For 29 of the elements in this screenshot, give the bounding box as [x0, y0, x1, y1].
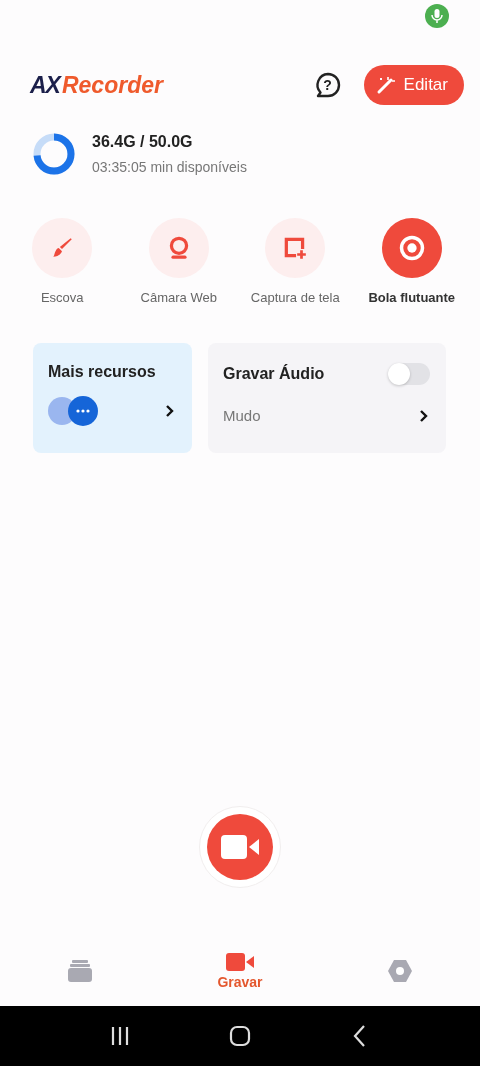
logo-name: Recorder	[61, 71, 163, 99]
nav-tab[interactable]: Gravar	[160, 936, 320, 1006]
storage-donut	[32, 132, 76, 176]
help-button[interactable]: ?	[313, 71, 342, 99]
more-features-card[interactable]: Mais recursos	[33, 343, 192, 453]
edit-button[interactable]: Editar	[363, 65, 464, 105]
home-icon[interactable]	[227, 1023, 253, 1049]
video-camera-icon	[221, 834, 259, 860]
settings-icon	[387, 958, 413, 984]
stack-icon	[67, 959, 93, 983]
tool-label: Escova	[40, 290, 84, 305]
card-title: Mais recursos	[48, 363, 157, 381]
tool-label: Captura de tela	[250, 290, 340, 305]
chevron-right-icon	[418, 408, 430, 423]
logo-mark: AX	[30, 71, 60, 99]
screenshot-icon	[282, 235, 309, 261]
tool-label: Bola flutuante	[368, 290, 456, 305]
remaining-time: 03:35:05 min disponíveis	[92, 159, 247, 175]
microphone-icon	[425, 4, 449, 28]
card-title: Gravar Áudio	[223, 365, 325, 383]
magic-wand-icon	[375, 75, 396, 95]
audio-mode[interactable]: Mudo	[223, 407, 261, 424]
video-camera-icon	[226, 952, 254, 972]
target-icon	[397, 234, 426, 262]
tool-label: Câmara Web	[140, 290, 217, 305]
audio-toggle[interactable]	[388, 363, 430, 385]
more-icon	[48, 395, 100, 427]
storage-usage: 36.4G / 50.0G	[92, 133, 194, 151]
chevron-right-icon	[164, 404, 176, 418]
